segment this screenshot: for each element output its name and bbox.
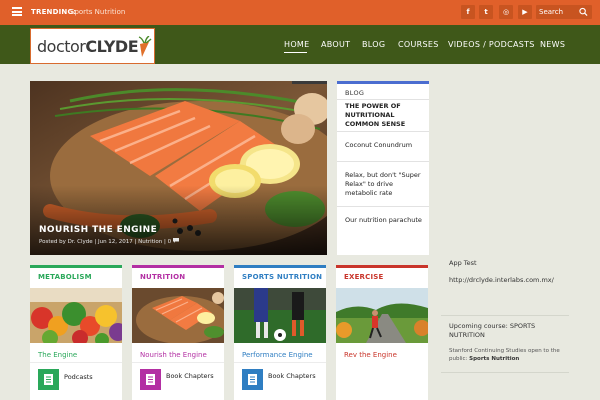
upcoming-course-title: Upcoming course: SPORTS NUTRITION xyxy=(449,322,536,339)
divider xyxy=(441,315,569,316)
search-input[interactable] xyxy=(539,6,577,18)
category-accent-bar xyxy=(234,265,326,268)
search-box xyxy=(536,5,592,19)
site-logo[interactable]: doctorCLYDE xyxy=(30,28,155,64)
podcast-icon xyxy=(38,369,59,390)
category-image-salmon[interactable] xyxy=(132,288,224,343)
carrot-icon xyxy=(138,36,152,57)
blog-widget-heading: BLOG xyxy=(345,89,365,97)
category-image-vegetables[interactable] xyxy=(30,288,122,343)
nav-videos-podcasts[interactable]: VIDEOS / PODCASTS xyxy=(448,40,535,49)
nav-news[interactable]: NEWS xyxy=(540,40,565,49)
hamburger-menu-icon[interactable] xyxy=(12,7,22,16)
nav-blog[interactable]: BLOG xyxy=(362,40,385,49)
hero-accent-bar xyxy=(292,81,327,84)
blog-item-link[interactable]: Relax, but don't "Super Relax" to drive … xyxy=(345,171,427,198)
book-icon xyxy=(140,369,161,390)
category-title[interactable]: EXERCISE xyxy=(344,273,384,281)
divider xyxy=(337,206,429,207)
category-link[interactable]: Podcasts xyxy=(64,373,116,382)
nav-active-indicator xyxy=(284,52,307,53)
category-accent-bar xyxy=(30,265,122,268)
upcoming-course-link[interactable]: Sports Nutrition xyxy=(469,356,519,362)
divider xyxy=(337,99,429,100)
comment-icon xyxy=(172,238,179,243)
category-image-runner[interactable] xyxy=(336,288,428,343)
category-subtitle[interactable]: Performance Engine xyxy=(242,351,313,359)
twitter-icon[interactable]: t xyxy=(479,5,493,19)
app-test-link[interactable]: http://drclyde.interlabs.com.mx/ xyxy=(449,276,554,284)
divider xyxy=(337,161,429,162)
divider xyxy=(30,362,122,363)
category-subtitle[interactable]: Nourish the Engine xyxy=(140,351,207,359)
category-subtitle[interactable]: Rev the Engine xyxy=(344,351,397,359)
divider xyxy=(337,131,429,132)
nav-about[interactable]: ABOUT xyxy=(321,40,350,49)
category-link[interactable]: Book Chapters xyxy=(166,372,218,381)
blog-item-link[interactable]: Coconut Conundrum xyxy=(345,141,427,150)
category-image-soccer[interactable] xyxy=(234,288,326,343)
hero-title[interactable]: NOURISH THE ENGINE xyxy=(39,225,157,235)
blog-item-link[interactable]: THE POWER OF NUTRITIONAL COMMON SENSE xyxy=(345,102,427,129)
category-link[interactable]: Book Chapters xyxy=(268,372,320,381)
category-title[interactable]: METABOLISM xyxy=(38,273,92,281)
book-icon xyxy=(242,369,263,390)
facebook-icon[interactable]: f xyxy=(461,5,475,19)
youtube-icon[interactable]: ▶ xyxy=(518,5,532,19)
category-title[interactable]: NUTRITION xyxy=(140,273,185,281)
category-subtitle[interactable]: The Engine xyxy=(38,351,77,359)
nav-home[interactable]: HOME xyxy=(284,40,309,49)
blog-item-link[interactable]: Our nutrition parachute xyxy=(345,216,427,225)
category-card-metabolism: METABOLISM The Engine Podcasts xyxy=(30,265,122,400)
instagram-icon[interactable]: ◎ xyxy=(499,5,513,19)
category-accent-bar xyxy=(336,265,428,268)
nav-courses[interactable]: COURSES xyxy=(398,40,439,49)
search-icon[interactable] xyxy=(579,7,588,17)
category-card-sports-nutrition: SPORTS NUTRITION Performance Engine Book… xyxy=(234,265,326,400)
category-accent-bar xyxy=(132,265,224,268)
divider xyxy=(234,362,326,363)
upcoming-course-text: Stanford Continuing Studies open to the … xyxy=(449,348,560,362)
trending-topic-link[interactable]: Sports Nutrition xyxy=(70,8,125,16)
divider xyxy=(132,362,224,363)
divider xyxy=(441,372,569,373)
app-test-title: App Test xyxy=(449,259,477,267)
hero-post-meta: Posted by Dr. Clyde | Jun 12, 2017 | Nut… xyxy=(39,238,179,245)
category-card-exercise: EXERCISE Rev the Engine xyxy=(336,265,428,400)
category-title[interactable]: SPORTS NUTRITION xyxy=(242,273,322,281)
logo-text: doctorCLYDE xyxy=(37,37,139,56)
category-card-nutrition: NUTRITION Nourish the Engine Book Chapte… xyxy=(132,265,224,400)
